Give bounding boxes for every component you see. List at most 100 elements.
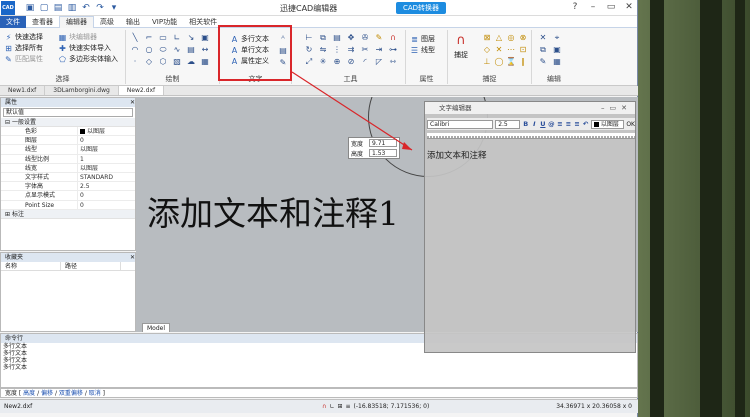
match-properties-button[interactable]: ✎ 匹配属性 <box>4 54 43 64</box>
copy-icon[interactable]: ⧉ <box>318 33 328 43</box>
table-icon[interactable]: ▦ <box>200 57 210 67</box>
arrow-icon[interactable]: ↘ <box>186 33 196 43</box>
panel-close-icon[interactable]: ✕ <box>130 98 135 107</box>
join-icon[interactable]: ⊕ <box>332 57 342 67</box>
array-icon[interactable]: ⋮ <box>332 45 342 55</box>
save-icon[interactable]: ▣ <box>25 3 35 13</box>
scale-icon[interactable]: ⤢ <box>304 57 314 67</box>
tab-new2[interactable]: New2.dxf <box>118 86 165 95</box>
ruler-icon[interactable]: ⊢ <box>304 33 314 43</box>
option-height[interactable]: 高度 <box>23 390 35 397</box>
property-row[interactable]: 线宽 以图层 <box>1 163 135 173</box>
tab-new1[interactable]: New1.dxf <box>0 86 46 95</box>
quick-select-button[interactable]: ⚡ 快速选择 <box>4 32 43 42</box>
paste-icon[interactable]: ▤ <box>332 33 342 43</box>
minimize-icon[interactable]: – <box>587 2 599 13</box>
underline-icon[interactable]: U <box>540 120 547 128</box>
snap-center-icon[interactable]: ◎ <box>506 33 516 43</box>
command-prompt[interactable]: 宽度 [ 高度 / 偏移 / 双重偏移 / 取消 ] <box>0 388 638 398</box>
break-icon[interactable]: ⊘ <box>346 57 356 67</box>
edit-pen-icon[interactable]: ✎ <box>538 57 548 67</box>
edit-grid-icon[interactable]: ▦ <box>552 57 562 67</box>
dimension-icon[interactable]: ↔ <box>200 45 210 55</box>
quick-entity-import-button[interactable]: ✚ 快速实体导入 <box>58 43 111 53</box>
stretch-icon[interactable]: ⇿ <box>388 57 398 67</box>
close-icon[interactable]: ✕ <box>623 2 635 13</box>
diamond-icon[interactable]: ◇ <box>144 57 154 67</box>
lineweight-toggle-icon[interactable]: ≡ <box>345 400 350 413</box>
polygon-draw-icon[interactable]: ⬡ <box>158 57 168 67</box>
property-row[interactable]: 色彩 以图层 <box>1 127 135 137</box>
customize-icon[interactable]: ▾ <box>109 3 119 13</box>
property-row[interactable]: 图层 0 <box>1 136 135 146</box>
wrench-icon[interactable]: ✇ <box>360 33 370 43</box>
align-right-icon[interactable]: ≡ <box>574 120 581 128</box>
menu-editor[interactable]: 编辑器 <box>59 15 94 28</box>
snap-tangent-icon[interactable]: ◯ <box>494 57 504 67</box>
option-double-offset[interactable]: 双重偏移 <box>59 390 83 397</box>
polygon-entity-input-button[interactable]: ⬠ 多边形实体输入 <box>58 54 118 64</box>
block-editor-button[interactable]: ▦ 块编辑器 <box>58 32 97 42</box>
ok-button[interactable]: OK <box>626 121 635 128</box>
menu-viewer[interactable]: 查看器 <box>26 16 59 28</box>
align-center-icon[interactable]: ≡ <box>565 120 572 128</box>
snap-quadrant-icon[interactable]: ◇ <box>482 45 492 55</box>
edit-copy-icon[interactable]: ⧉ <box>538 45 548 55</box>
hatch-icon[interactable]: ▤ <box>186 45 196 55</box>
snap-parallel-icon[interactable]: ∥ <box>518 57 528 67</box>
align-left-icon[interactable]: ≡ <box>557 120 564 128</box>
canvas-text[interactable]: 添加文本和注释1 <box>147 187 399 235</box>
ortho-toggle-icon[interactable]: ∟ <box>329 400 334 413</box>
ellipse-icon[interactable]: ⬭ <box>158 45 168 55</box>
height-input[interactable]: 1.53 <box>369 149 397 157</box>
magnet-icon[interactable]: ∩ <box>388 33 398 43</box>
extend-icon[interactable]: ⇥ <box>374 45 384 55</box>
snap-insert-icon[interactable]: ⊡ <box>518 45 528 55</box>
dialog-minimize-icon[interactable]: – <box>601 104 610 112</box>
dialog-close-icon[interactable]: ✕ <box>621 104 632 112</box>
polyline-icon[interactable]: ⌐ <box>144 33 154 43</box>
option-cancel[interactable]: 取消 <box>89 390 101 397</box>
node-edit-icon[interactable]: ⌖ <box>552 33 562 43</box>
snap-endpoint-icon[interactable]: ⊠ <box>482 33 492 43</box>
arc-icon[interactable]: ◠ <box>130 45 140 55</box>
layer-button[interactable]: ≣ 图层 <box>410 34 435 44</box>
rectangle-icon[interactable]: ▭ <box>158 33 168 43</box>
width-input[interactable]: 9.71 <box>369 139 397 147</box>
region-icon[interactable]: ▧ <box>172 57 182 67</box>
property-row[interactable]: 线型 以图层 <box>1 145 135 155</box>
font-size-select[interactable]: 2.5 <box>495 119 521 129</box>
properties-dropdown[interactable]: 默认值 <box>3 108 133 117</box>
dialog-maximize-icon[interactable]: ▭ <box>610 104 622 112</box>
open-folder-icon[interactable]: ▤ <box>53 3 63 13</box>
text-ruler[interactable] <box>427 133 635 139</box>
property-row[interactable]: 点显示模式 0 <box>1 191 135 201</box>
pen-icon[interactable]: ✎ <box>374 33 384 43</box>
image-icon[interactable]: ▣ <box>200 33 210 43</box>
new-file-icon[interactable]: ▢ <box>39 3 49 13</box>
cad-converter-button[interactable]: CAD转换器 <box>396 2 446 14</box>
favorites-col-name[interactable]: 名称 <box>1 262 61 270</box>
group-icon[interactable]: ▣ <box>552 45 562 55</box>
snap-intersection-icon[interactable]: ✕ <box>494 45 504 55</box>
favorites-col-path[interactable]: 路径 <box>61 262 121 270</box>
property-row[interactable]: 字体高 2.5 <box>1 182 135 192</box>
symbol-icon[interactable]: @ <box>548 120 555 128</box>
snap-toggle-icon[interactable]: ∩ <box>322 400 326 413</box>
move-icon[interactable]: ✥ <box>346 33 356 43</box>
snap-nearest-icon[interactable]: ⌛ <box>506 57 516 67</box>
menu-file[interactable]: 文件 <box>0 15 26 28</box>
select-all-button[interactable]: ⊞ 选择所有 <box>4 43 43 53</box>
rotate-icon[interactable]: ↻ <box>304 45 314 55</box>
linetype-button[interactable]: ☰ 线型 <box>410 45 435 55</box>
model-tab[interactable]: Model <box>142 323 171 332</box>
layer-select[interactable]: 以图层 <box>590 119 625 129</box>
properties-section-general[interactable]: ⊟ 一般设置 <box>1 118 135 127</box>
point-icon[interactable]: · <box>130 57 140 67</box>
measure-icon[interactable]: ⊶ <box>388 45 398 55</box>
snap-perpendicular-icon[interactable]: ⊥ <box>482 57 492 67</box>
explode-icon[interactable]: ✳ <box>318 57 328 67</box>
property-row[interactable]: 文字样式 STANDARD <box>1 172 135 183</box>
offset-icon[interactable]: ⇉ <box>346 45 356 55</box>
print-icon[interactable]: ▥ <box>67 3 77 13</box>
